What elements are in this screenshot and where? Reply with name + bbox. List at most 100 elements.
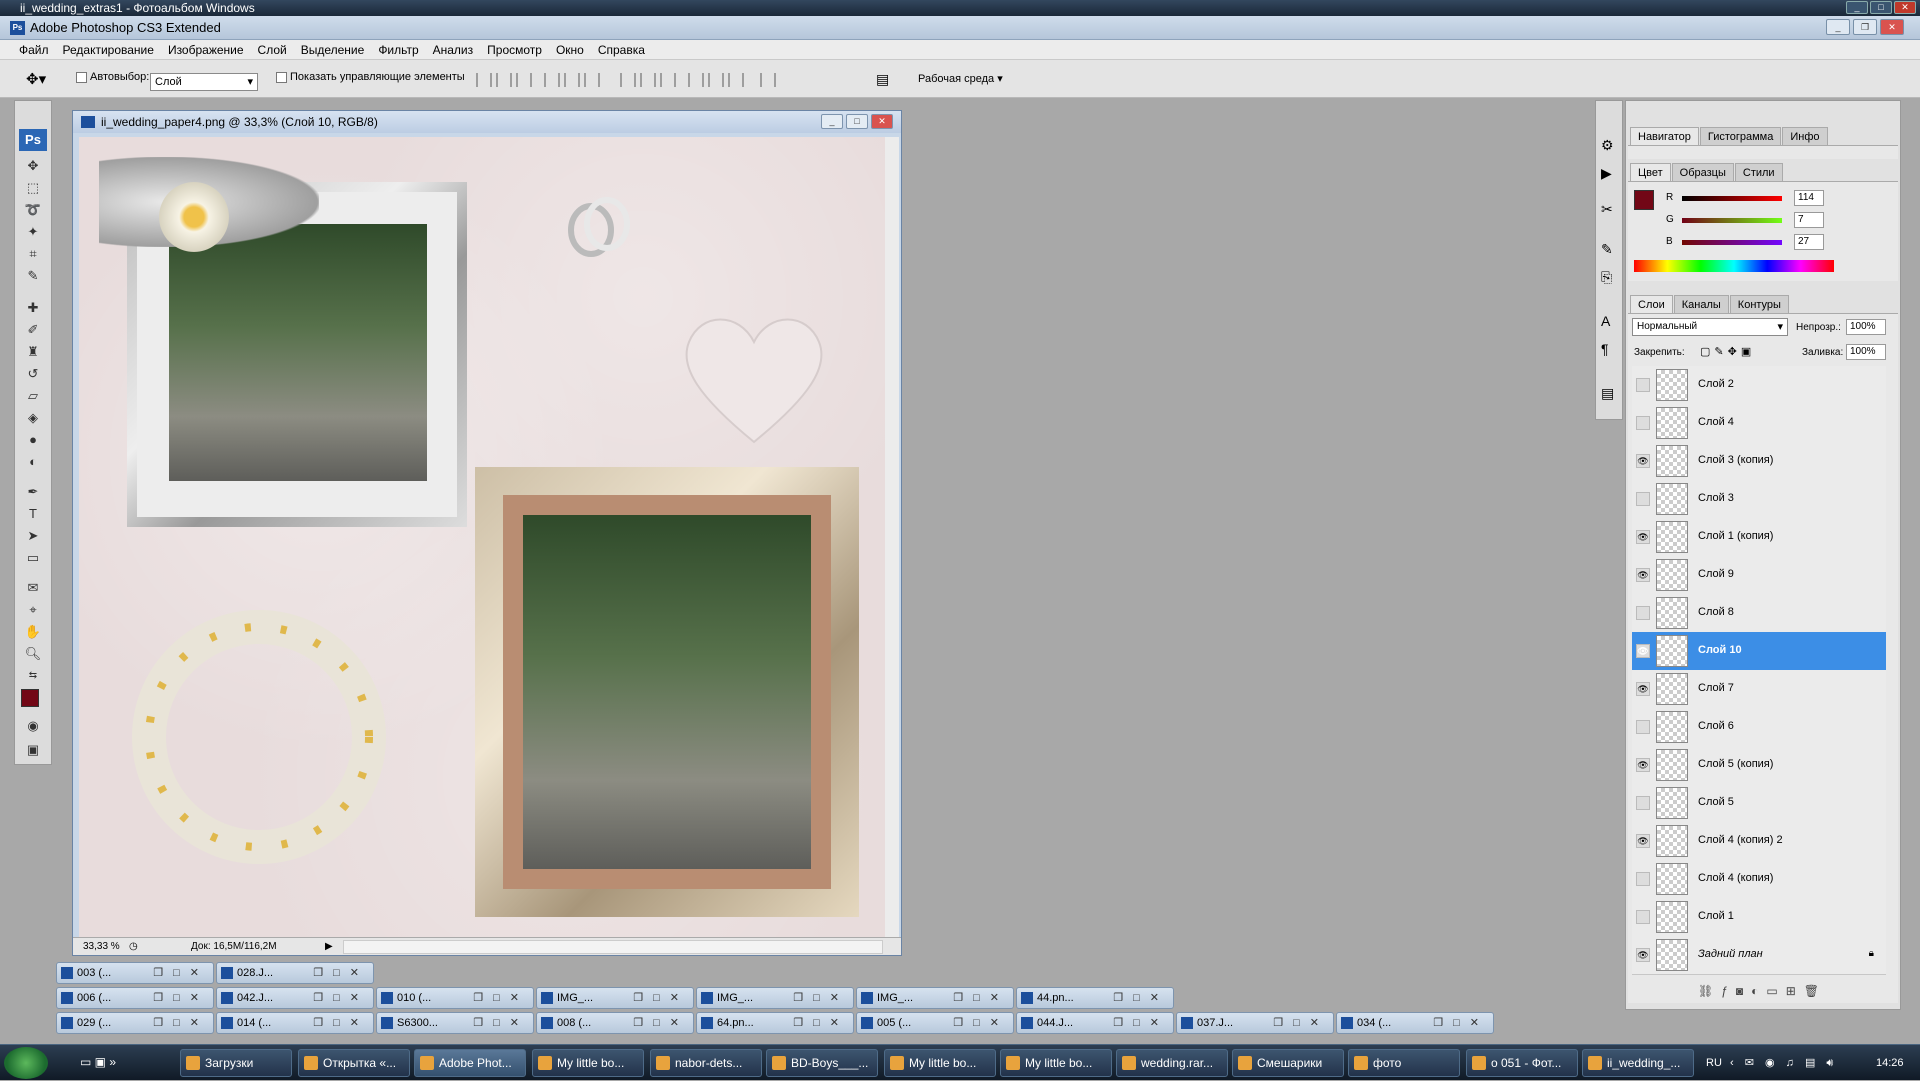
layer-row[interactable]: Слой 2 — [1632, 366, 1886, 405]
menu-file[interactable]: Файл — [12, 40, 56, 59]
green-slider[interactable] — [1682, 218, 1782, 223]
outer-maximize-button[interactable]: □ — [1870, 1, 1892, 14]
notes-tool-icon[interactable]: ✉ — [24, 579, 42, 596]
tab-info[interactable]: Инфо — [1782, 127, 1828, 145]
layer-row[interactable]: Слой 6 — [1632, 708, 1886, 747]
layer-visibility-eye-icon[interactable]: 👁︎ — [1636, 834, 1650, 848]
lasso-tool-icon[interactable]: ➰ — [24, 201, 42, 218]
photoshop-toolbox-logo-icon[interactable]: Ps — [19, 129, 47, 151]
align-right-icon[interactable] — [584, 73, 600, 87]
minimized-window-controls[interactable]: ❐□✕ — [313, 1013, 369, 1033]
layer-row[interactable]: Слой 5 — [1632, 784, 1886, 823]
align-hcenter-icon[interactable] — [564, 73, 580, 87]
layer-row[interactable]: Слой 3 — [1632, 480, 1886, 519]
minimized-window-controls[interactable]: ❐□✕ — [793, 988, 849, 1008]
menu-window[interactable]: Окно — [549, 40, 591, 59]
layer-visibility-eye-icon[interactable] — [1636, 910, 1650, 924]
align-vcenter-icon[interactable] — [496, 73, 512, 87]
layer-row[interactable]: 👁︎ Слой 5 (копия) — [1632, 746, 1886, 785]
layer-visibility-eye-icon[interactable] — [1636, 492, 1650, 506]
document-vertical-scrollbar[interactable] — [885, 137, 899, 937]
palette-well-icon[interactable]: ▤ — [876, 71, 889, 88]
menu-view[interactable]: Просмотр — [480, 40, 549, 59]
minimized-document[interactable]: 006 (... ❐□✕ — [56, 987, 214, 1009]
blur-tool-icon[interactable]: ● — [24, 431, 42, 448]
autoselect-dropdown[interactable]: Слой — [150, 73, 258, 91]
taskbar-button[interactable]: My little bo... — [1000, 1049, 1112, 1077]
auto-align-icon[interactable] — [760, 73, 776, 87]
rectangle-tool-icon[interactable]: ▭ — [24, 549, 42, 566]
history-brush-tool-icon[interactable]: ↺ — [24, 365, 42, 382]
move-tool-preset-icon[interactable]: ✥▾ — [26, 70, 46, 88]
workspace-button[interactable]: Рабочая среда ▾ — [918, 72, 1003, 85]
minimized-window-controls[interactable]: ❐□✕ — [953, 1013, 1009, 1033]
minimized-window-controls[interactable]: ❐□✕ — [953, 988, 1009, 1008]
minimized-window-controls[interactable]: ❐□✕ — [1113, 1013, 1169, 1033]
menu-edit[interactable]: Редактирование — [56, 40, 161, 59]
quick-mask-icon[interactable]: ◉ — [24, 717, 42, 734]
tray-icons[interactable]: ‹ ✉ ◉ ♫ ▤ 🔊︎ — [1730, 1045, 1837, 1081]
pen-tool-icon[interactable]: ✒ — [24, 483, 42, 500]
minimized-document[interactable]: 014 (... ❐□✕ — [216, 1012, 374, 1034]
align-left-icon[interactable] — [544, 73, 560, 87]
layer-row[interactable]: Слой 4 — [1632, 404, 1886, 443]
menu-layer[interactable]: Слой — [251, 40, 294, 59]
layer-row[interactable]: 👁︎ Слой 3 (копия) — [1632, 442, 1886, 481]
tab-styles[interactable]: Стили — [1734, 163, 1783, 181]
layer-name[interactable]: Слой 3 (копия) — [1698, 454, 1773, 466]
clone-source-panel-icon[interactable]: ⎘ — [1601, 269, 1612, 286]
minimized-document[interactable]: IMG_... ❐□✕ — [536, 987, 694, 1009]
marquee-tool-icon[interactable]: ⬚ — [24, 179, 42, 196]
minimized-document[interactable]: 037.J... ❐□✕ — [1176, 1012, 1334, 1034]
zoom-tool-icon[interactable]: 🔍︎ — [24, 645, 42, 662]
move-tool-icon[interactable]: ✥ — [24, 157, 42, 174]
layer-visibility-eye-icon[interactable]: 👁︎ — [1636, 682, 1650, 696]
tab-layers[interactable]: Слои — [1630, 295, 1673, 313]
minimized-window-controls[interactable]: ❐□✕ — [153, 988, 209, 1008]
app-close-button[interactable]: ✕ — [1880, 19, 1904, 35]
layer-row[interactable]: 👁︎ Задний план 🔒︎ — [1632, 936, 1886, 975]
tab-histogram[interactable]: Гистограмма — [1699, 127, 1782, 145]
layer-visibility-eye-icon[interactable]: 👁︎ — [1636, 758, 1650, 772]
minimized-document[interactable]: 64.pn... ❐□✕ — [696, 1012, 854, 1034]
distribute-top-icon[interactable] — [620, 73, 636, 87]
layer-row[interactable]: 👁︎ Слой 1 (копия) — [1632, 518, 1886, 557]
layer-name[interactable]: Слой 1 — [1698, 910, 1734, 922]
doc-maximize-button[interactable]: □ — [846, 114, 868, 129]
hand-tool-icon[interactable]: ✋ — [24, 623, 42, 640]
brushes-panel-icon[interactable]: ✎ — [1601, 241, 1613, 258]
menu-analysis[interactable]: Анализ — [426, 40, 481, 59]
start-button[interactable] — [4, 1047, 48, 1079]
taskbar-button[interactable]: Смешарики — [1232, 1049, 1344, 1077]
paragraph-panel-icon[interactable]: ¶ — [1601, 341, 1609, 357]
layer-visibility-eye-icon[interactable] — [1636, 416, 1650, 430]
minimized-document[interactable]: 029 (... ❐□✕ — [56, 1012, 214, 1034]
screen-mode-icon[interactable]: ▣ — [24, 741, 42, 758]
distribute-vcenter-icon[interactable] — [640, 73, 656, 87]
document-titlebar[interactable]: ii_wedding_paper4.png @ 33,3% (Слой 10, … — [73, 111, 901, 133]
magic-wand-tool-icon[interactable]: ✦ — [24, 223, 42, 240]
layer-row[interactable]: Слой 8 — [1632, 594, 1886, 633]
tab-color[interactable]: Цвет — [1630, 163, 1671, 181]
taskbar-button[interactable]: фото — [1348, 1049, 1460, 1077]
character-panel-icon[interactable]: A — [1601, 313, 1610, 329]
distribute-bottom-icon[interactable] — [660, 73, 676, 87]
layer-name[interactable]: Слой 1 (копия) — [1698, 530, 1773, 542]
minimized-window-controls[interactable]: ❐□✕ — [793, 1013, 849, 1033]
blue-value[interactable]: 27 — [1794, 234, 1824, 250]
clock[interactable]: 14:26 — [1876, 1045, 1904, 1081]
show-controls-checkbox[interactable] — [276, 71, 287, 83]
taskbar-button[interactable]: Adobe Phot... — [414, 1049, 526, 1077]
minimized-window-controls[interactable]: ❐□✕ — [1433, 1013, 1489, 1033]
layer-visibility-eye-icon[interactable]: 👁︎ — [1636, 568, 1650, 582]
layer-row[interactable]: Слой 1 — [1632, 898, 1886, 937]
zoom-level[interactable]: 33,33 % — [83, 938, 120, 955]
layer-name[interactable]: Слой 9 — [1698, 568, 1734, 580]
minimized-document[interactable]: 008 (... ❐□✕ — [536, 1012, 694, 1034]
minimized-window-controls[interactable]: ❐□✕ — [313, 988, 369, 1008]
actions-panel-icon[interactable]: ▶ — [1601, 165, 1612, 182]
history-panel-icon[interactable]: ⚙ — [1601, 137, 1614, 154]
layer-visibility-eye-icon[interactable] — [1636, 720, 1650, 734]
opacity-input[interactable]: 100% — [1846, 319, 1886, 335]
minimized-document[interactable]: IMG_... ❐□✕ — [856, 987, 1014, 1009]
